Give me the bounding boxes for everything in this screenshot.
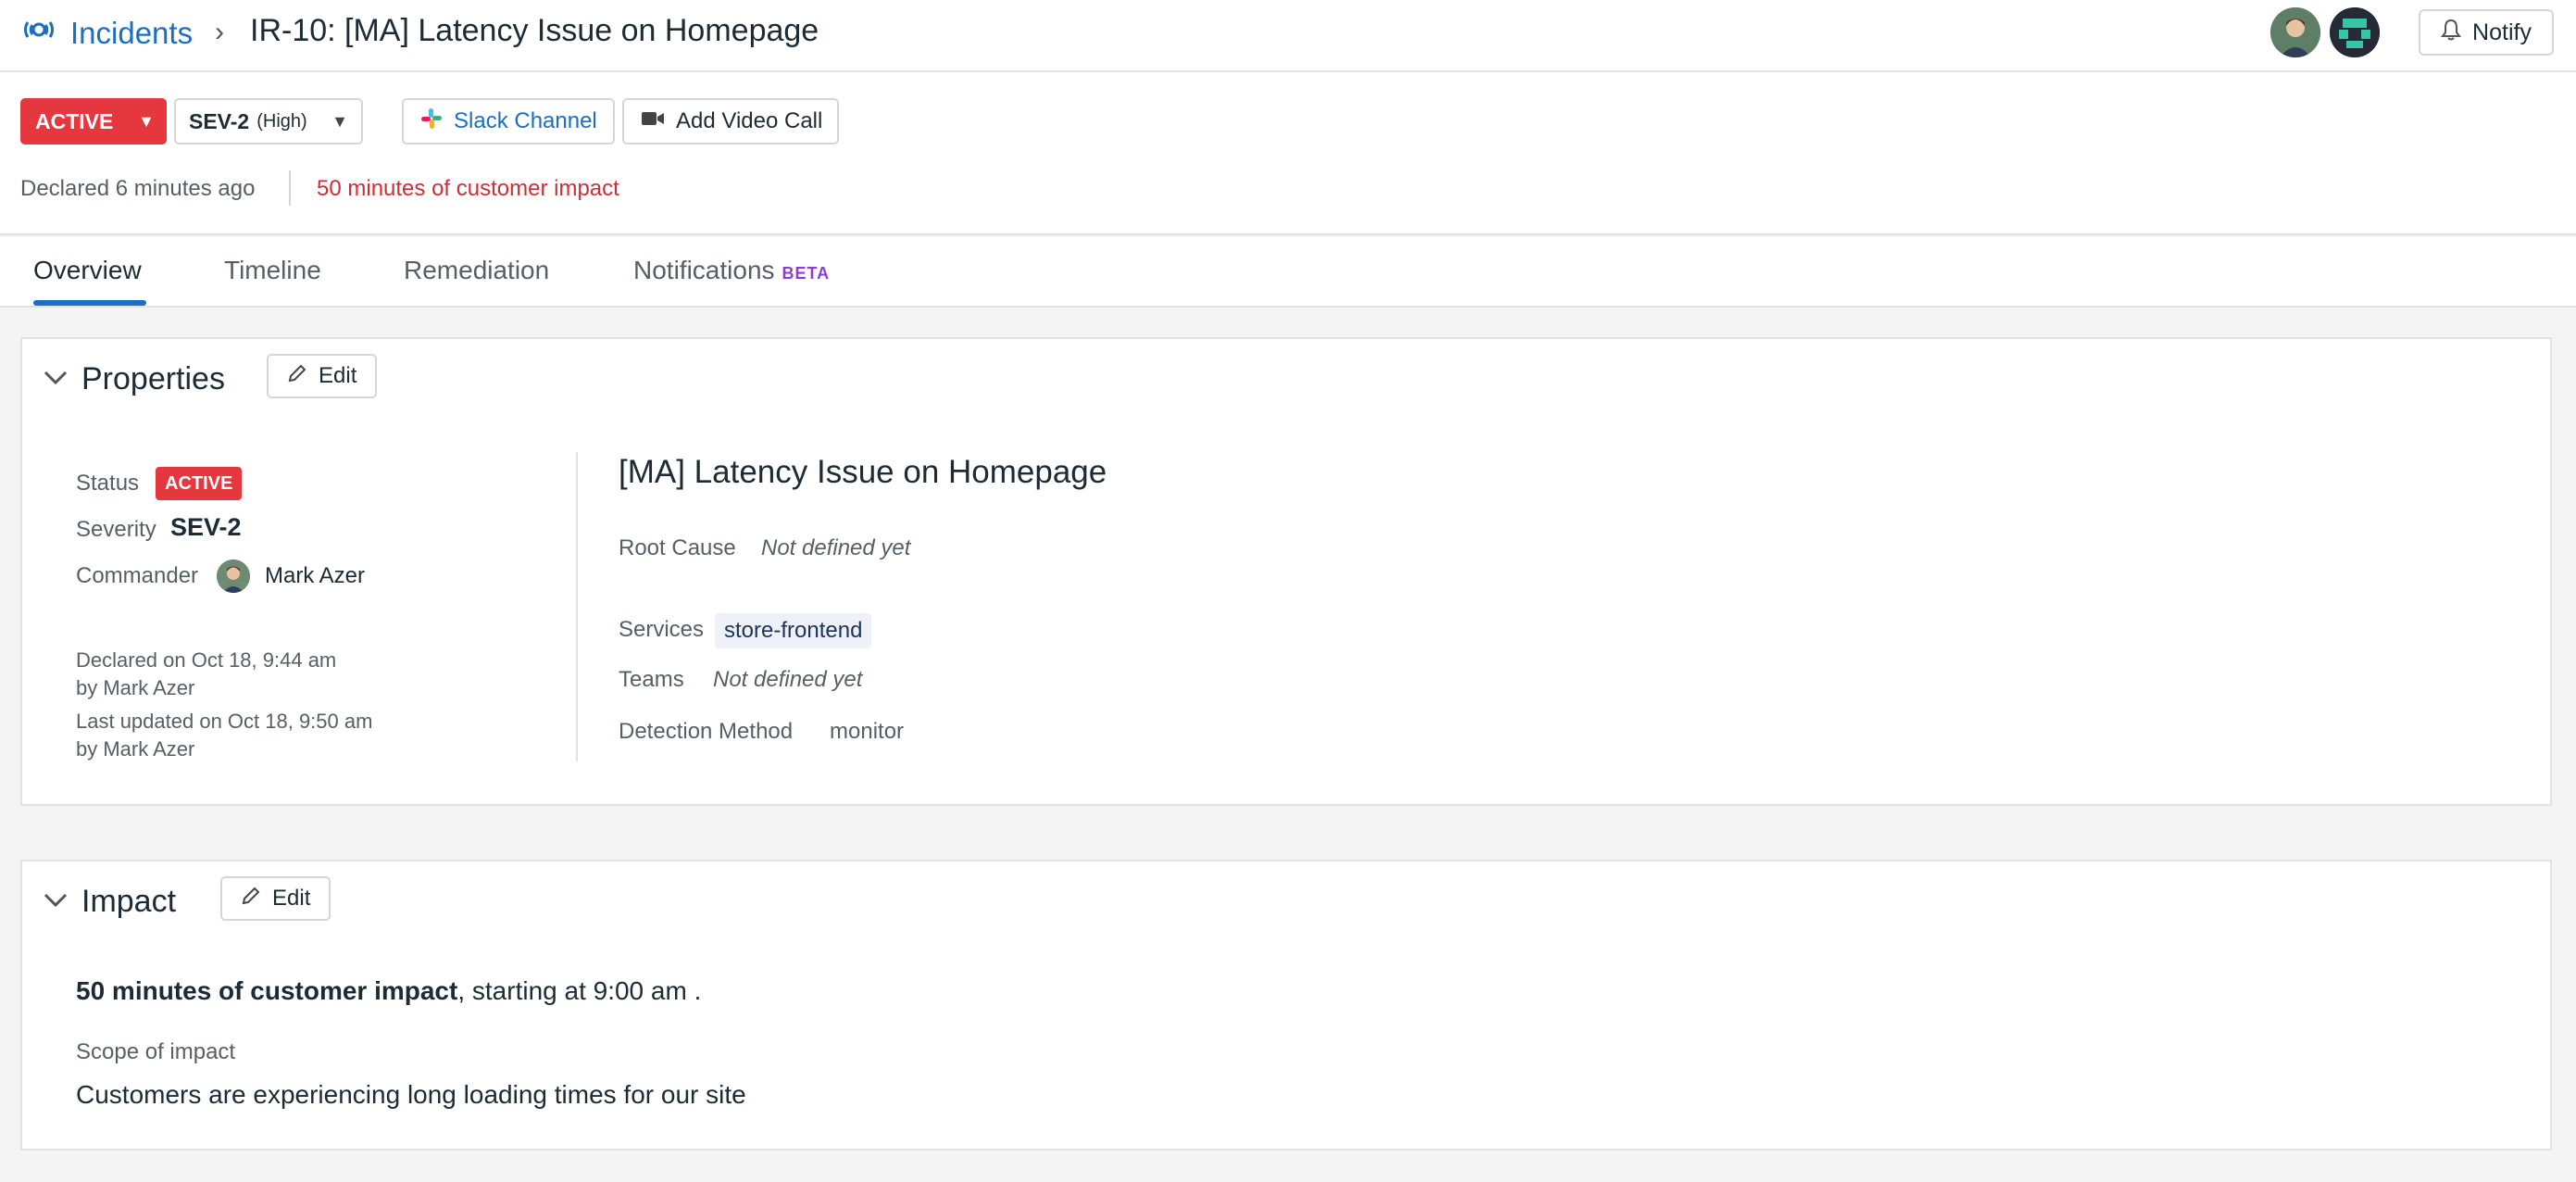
status-field-label: Status (76, 471, 140, 496)
severity-value: SEV-2 (170, 513, 242, 541)
status-badge: ACTIVE (156, 467, 243, 500)
tab-remediation[interactable]: Remediation (404, 256, 549, 285)
tab-overview[interactable]: Overview (33, 256, 142, 285)
service-chip[interactable]: store-frontend (715, 613, 872, 648)
chevron-down-icon (43, 890, 69, 913)
properties-edit-button[interactable]: Edit (267, 354, 378, 398)
services-label: Services (619, 617, 705, 642)
avatar[interactable] (2330, 7, 2380, 57)
chevron-down-icon (43, 368, 69, 391)
teams-value: Not defined yet (713, 667, 863, 692)
slack-icon (420, 107, 443, 136)
slack-channel-label: Slack Channel (454, 108, 597, 133)
beta-badge: BETA (782, 264, 831, 283)
properties-toggle[interactable]: Properties (43, 361, 225, 397)
impact-start: , starting at 9:00 am . (457, 976, 702, 1005)
detection-method-label: Detection Method (619, 719, 794, 744)
root-cause-label: Root Cause (619, 535, 736, 560)
add-video-call-label: Add Video Call (676, 108, 823, 133)
avatar[interactable] (2270, 7, 2320, 57)
customer-impact-text: 50 minutes of customer impact (317, 176, 619, 201)
top-header: Incidents › IR-10: [MA] Latency Issue on… (0, 0, 2576, 72)
properties-title: Properties (81, 361, 225, 396)
impact-toggle[interactable]: Impact (43, 884, 176, 920)
declared-by-text: by Mark Azer (76, 676, 195, 699)
last-updated-text: Last updated on Oct 18, 9:50 am (76, 710, 373, 733)
tab-notifications[interactable]: Notifications BETA (633, 256, 830, 285)
add-video-call-button[interactable]: Add Video Call (622, 98, 839, 145)
impact-summary: 50 minutes of customer impact, starting … (76, 976, 701, 1006)
pencil-icon (287, 363, 307, 390)
incident-title: [MA] Latency Issue on Homepage (619, 454, 1107, 490)
scope-of-impact-label: Scope of impact (76, 1039, 236, 1064)
severity-label: SEV-2 (189, 108, 250, 133)
tab-timeline[interactable]: Timeline (224, 256, 321, 285)
divider (576, 452, 578, 761)
severity-field-label: Severity (76, 517, 156, 542)
impact-duration: 50 minutes of customer impact (76, 976, 458, 1005)
tab-bar: Overview Timeline Remediation Notificati… (0, 237, 2576, 308)
breadcrumb-separator-icon: › (215, 17, 224, 47)
incident-controls: ACTIVE ▼ SEV-2 (High) ▼ Slack Channel Ad… (0, 72, 2576, 235)
edit-label: Edit (272, 886, 311, 911)
active-tab-indicator (33, 300, 146, 306)
status-label: ACTIVE (35, 108, 114, 133)
slack-channel-button[interactable]: Slack Channel (402, 98, 615, 145)
pencil-icon (241, 886, 261, 912)
bell-icon (2441, 19, 2462, 47)
edit-label: Edit (319, 363, 357, 388)
commander-field-label: Commander (76, 563, 199, 588)
caret-down-icon: ▼ (138, 111, 155, 131)
commander-value: Mark Azer (265, 563, 366, 588)
severity-dropdown[interactable]: SEV-2 (High) ▼ (174, 98, 363, 145)
impact-panel: Impact Edit 50 minutes of customer impac… (20, 860, 2552, 1151)
properties-panel: Properties Edit Status ACTIVE Severity S… (20, 337, 2552, 806)
incidents-logo-icon (20, 11, 57, 56)
notify-button[interactable]: Notify (2419, 9, 2554, 56)
page-title: IR-10: [MA] Latency Issue on Homepage (250, 13, 819, 48)
notify-label: Notify (2472, 19, 2532, 45)
breadcrumb-label[interactable]: Incidents (70, 16, 193, 51)
avatar (217, 560, 250, 593)
declared-ago-text: Declared 6 minutes ago (20, 176, 256, 201)
caret-down-icon: ▼ (331, 111, 348, 131)
declared-on-text: Declared on Oct 18, 9:44 am (76, 648, 337, 672)
root-cause-value: Not defined yet (761, 535, 911, 560)
updated-by-text: by Mark Azer (76, 737, 195, 761)
status-dropdown[interactable]: ACTIVE ▼ (20, 98, 167, 145)
breadcrumb-incidents-link[interactable]: Incidents (20, 15, 193, 52)
video-icon (641, 108, 665, 134)
divider (289, 170, 291, 206)
tab-notifications-label: Notifications (633, 256, 775, 284)
teams-label: Teams (619, 667, 684, 692)
severity-priority: (High) (256, 110, 307, 132)
scope-of-impact-value: Customers are experiencing long loading … (76, 1080, 746, 1109)
impact-title: Impact (81, 884, 177, 919)
detection-method-value: monitor (830, 719, 905, 744)
impact-edit-button[interactable]: Edit (220, 876, 331, 921)
